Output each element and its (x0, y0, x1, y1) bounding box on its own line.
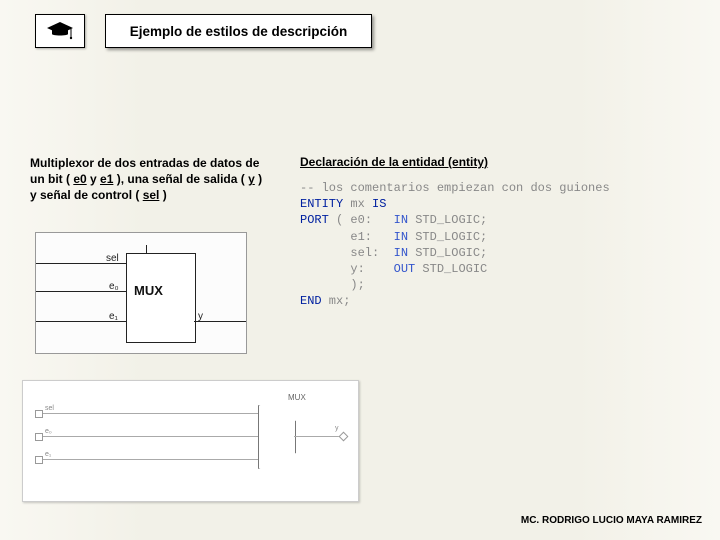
rtl-pin-e1 (35, 456, 43, 464)
rtl-label-e0: e₀ (45, 428, 52, 435)
rtl-schematic: MUX sel e₀ e₁ y (22, 380, 359, 502)
code-l4d: STD_LOGIC; (408, 230, 487, 244)
rtl-wire-sel (41, 413, 258, 414)
slide-title-text: Ejemplo de estilos de descripción (130, 24, 348, 39)
code-l3d: STD_LOGIC; (408, 213, 487, 227)
declaration-heading-text: Declaración de la entidad (entity) (300, 155, 488, 169)
kw-is: IS (372, 197, 386, 211)
kw-in-1: IN (394, 213, 408, 227)
code-l4b: e1: (300, 230, 394, 244)
code-l3b: ( e0: (329, 213, 394, 227)
port-label-y: y (198, 311, 203, 322)
kw-port: PORT (300, 213, 329, 227)
mux-rectangle (126, 253, 196, 343)
footer-author: MC. RODRIGO LUCIO MAYA RAMIREZ (521, 515, 702, 526)
rtl-pin-y (339, 432, 349, 442)
port-label-e1: e₁ (109, 311, 118, 322)
code-l2b: mx (343, 197, 372, 211)
desc-suffix: ) (159, 188, 166, 202)
declaration-heading: Declaración de la entidad (entity) (300, 155, 488, 169)
rtl-pin-e0 (35, 433, 43, 441)
mux-description: Multiplexor de dos entradas de datos de … (30, 155, 265, 204)
kw-in-3: IN (394, 246, 408, 260)
mux-block-diagram: MUX sel e₀ e₁ y (35, 232, 247, 354)
kw-end: END (300, 294, 322, 308)
code-l5d: STD_LOGIC; (408, 246, 487, 260)
vhdl-code: -- los comentarios empiezan con dos guio… (300, 180, 610, 310)
desc-e1: e1 (100, 172, 113, 186)
kw-entity: ENTITY (300, 197, 343, 211)
rtl-wire-e1 (41, 459, 258, 460)
mux-block-label: MUX (134, 283, 163, 298)
slide: Ejemplo de estilos de descripción Multip… (0, 0, 720, 540)
rtl-wire-e0 (41, 436, 258, 437)
rtl-wire-y (294, 436, 340, 437)
desc-mid: ), una señal de salida ( (113, 172, 248, 186)
code-l8b: mx; (322, 294, 351, 308)
code-l5b: sel: (300, 246, 394, 260)
rtl-mux-label: MUX (288, 393, 306, 402)
code-l6b: y: (300, 262, 394, 276)
logo-box (35, 14, 85, 48)
kw-out: OUT (394, 262, 416, 276)
desc-sep1: y (87, 172, 100, 186)
code-l6d: STD_LOGIC (415, 262, 487, 276)
kw-in-2: IN (394, 230, 408, 244)
rtl-mux-shape (258, 405, 294, 467)
port-label-sel: sel (106, 253, 119, 264)
port-line-sel (146, 245, 147, 253)
rtl-label-sel: sel (45, 405, 54, 412)
desc-sel: sel (143, 188, 160, 202)
graduation-cap-icon (45, 20, 75, 42)
port-label-e0: e₀ (109, 281, 119, 292)
code-comment: -- los comentarios empiezan con dos guio… (300, 181, 610, 195)
rtl-label-y: y (335, 425, 339, 432)
rtl-label-e1: e₁ (45, 451, 51, 458)
code-l7: ); (300, 278, 365, 292)
desc-y: y (248, 172, 255, 186)
rtl-pin-sel (35, 410, 43, 418)
slide-title: Ejemplo de estilos de descripción (105, 14, 372, 48)
desc-e0: e0 (73, 172, 86, 186)
